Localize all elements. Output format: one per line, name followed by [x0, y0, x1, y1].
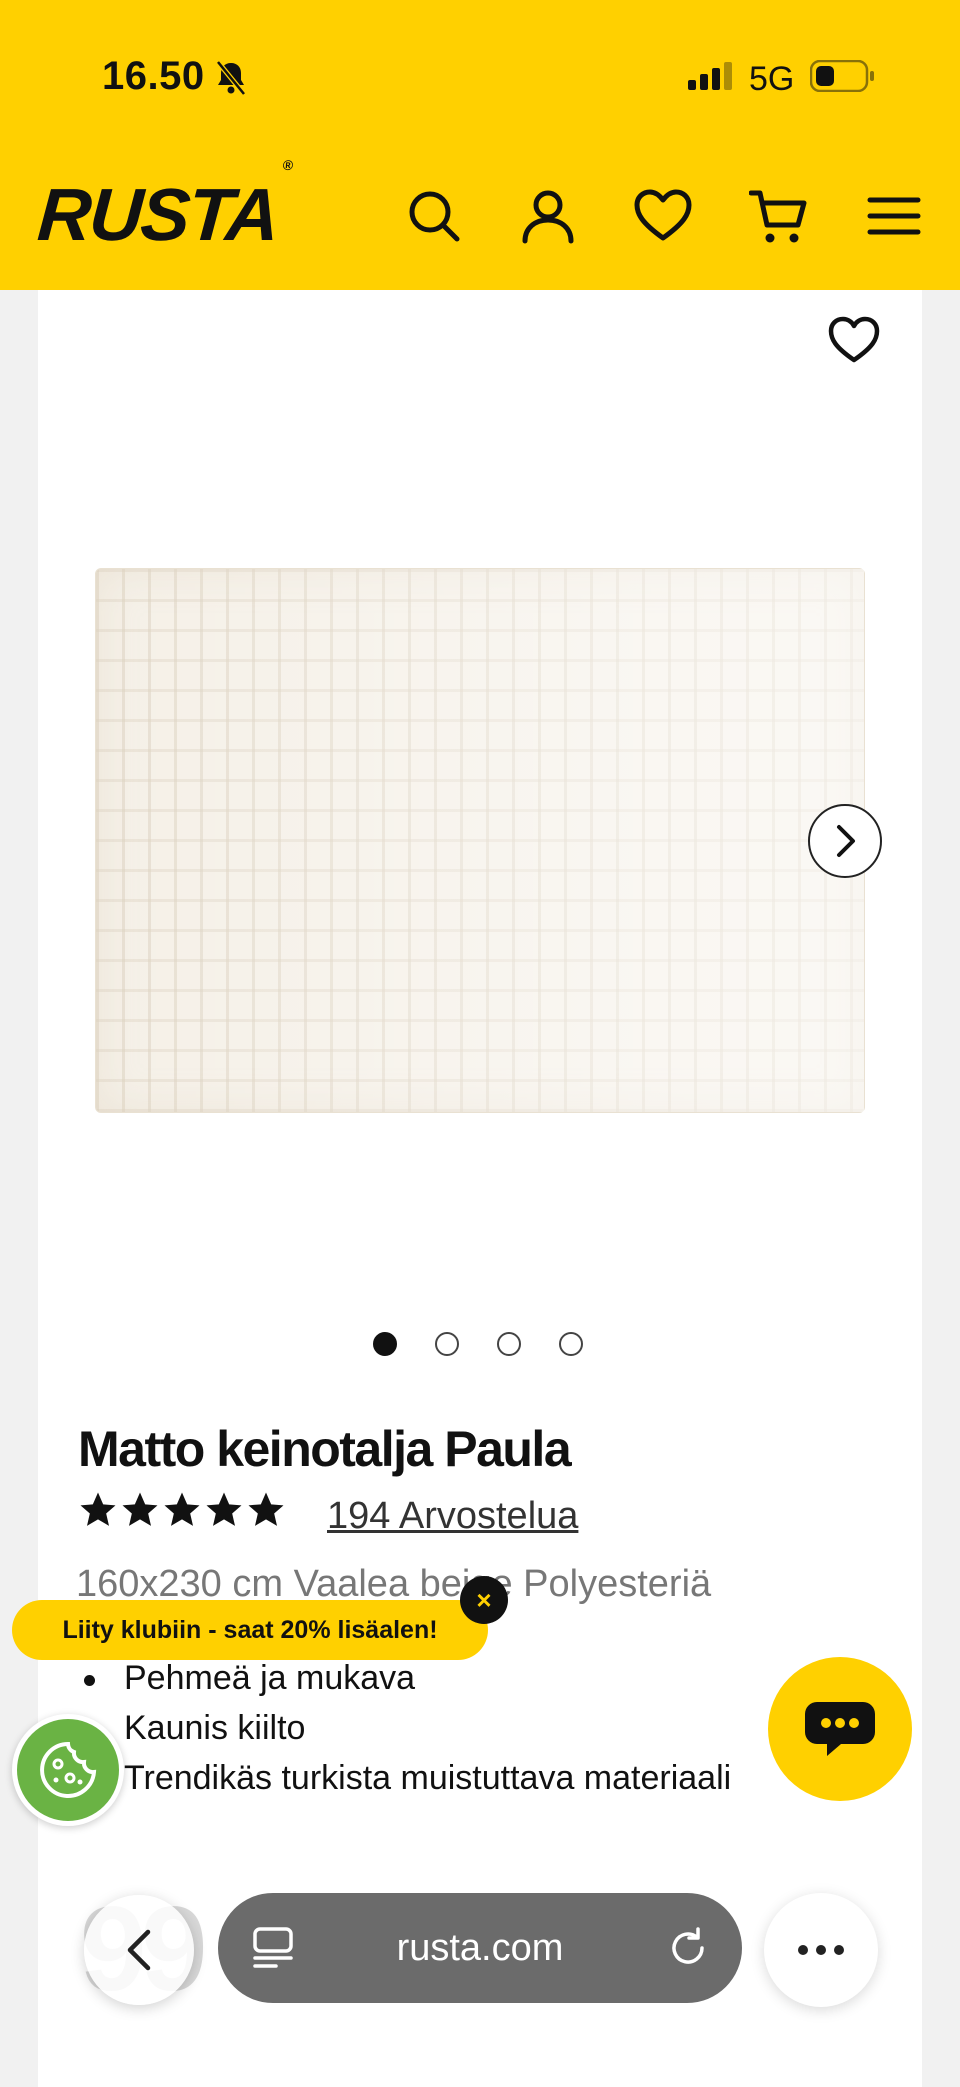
more-options-button[interactable] — [764, 1893, 878, 2007]
browser-back-button[interactable] — [84, 1895, 194, 2005]
logo-text: RUSTA — [35, 173, 281, 256]
status-time: 16.50 — [102, 54, 205, 98]
cookie-icon — [40, 1741, 97, 1798]
reload-icon[interactable] — [668, 1926, 710, 1975]
club-promo-banner[interactable]: Liity klubiin - saat 20% lisäalen! — [12, 1600, 488, 1660]
product-favorite-heart-icon[interactable] — [828, 316, 880, 369]
next-image-button[interactable] — [808, 804, 882, 878]
cookie-settings-button[interactable] — [12, 1714, 124, 1826]
chevron-right-icon — [837, 825, 855, 857]
network-type: 5G — [749, 60, 795, 98]
star-icon — [206, 1492, 242, 1526]
rusta-logo[interactable]: RUSTA® — [35, 157, 292, 256]
signal-icon — [688, 62, 736, 95]
url-text: rusta.com — [396, 1926, 564, 1969]
chat-button[interactable] — [768, 1657, 912, 1801]
dot — [816, 1945, 826, 1955]
pagination-dot[interactable] — [373, 1332, 397, 1356]
menu-icon[interactable] — [866, 188, 922, 244]
cart-icon[interactable] — [748, 188, 807, 244]
bell-muted-icon — [215, 60, 247, 101]
star-icon — [248, 1492, 284, 1526]
search-icon[interactable] — [406, 188, 462, 244]
pagination-dot[interactable] — [435, 1332, 459, 1356]
address-bar[interactable]: rusta.com — [218, 1893, 742, 2003]
chat-bubble-icon — [805, 1702, 875, 1756]
account-icon[interactable] — [520, 188, 576, 244]
feature-item: Trendikäs turkista muistuttava materiaal… — [84, 1753, 731, 1803]
dot — [834, 1945, 844, 1955]
dot — [798, 1945, 808, 1955]
logo-registered-mark: ® — [282, 157, 292, 174]
feature-item: Kaunis kiilto — [84, 1703, 731, 1753]
rating-stars — [78, 1490, 286, 1530]
star-icon — [164, 1492, 200, 1526]
product-features: Pehmeä ja mukava Kaunis kiilto Trendikäs… — [84, 1653, 731, 1803]
pagination-dot[interactable] — [497, 1332, 521, 1356]
image-pagination — [373, 1332, 583, 1356]
product-card — [38, 290, 922, 2087]
site-header: 16.50 5G RUSTA® — [0, 0, 960, 290]
promo-close-button[interactable]: × — [460, 1576, 508, 1624]
chevron-left-icon — [127, 1929, 151, 1971]
star-icon — [122, 1492, 158, 1526]
product-title: Matto keinotalja Paula — [78, 1421, 572, 1477]
reviews-link[interactable]: 194 Arvostelua — [327, 1495, 578, 1538]
star-icon — [80, 1492, 116, 1526]
battery-icon — [809, 59, 876, 97]
pagination-dot[interactable] — [559, 1332, 583, 1356]
product-image[interactable] — [95, 568, 865, 1113]
feature-item: Pehmeä ja mukava — [84, 1653, 731, 1703]
wishlist-heart-icon[interactable] — [634, 188, 692, 244]
